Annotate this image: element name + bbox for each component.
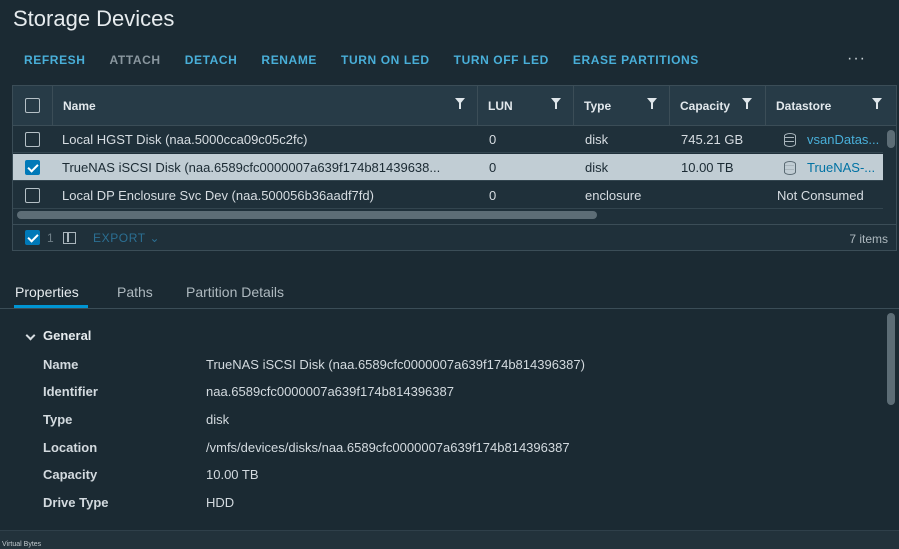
cell-capacity — [681, 182, 761, 209]
cell-type: enclosure — [585, 188, 642, 203]
filter-icon[interactable] — [455, 98, 465, 109]
datastore-icon — [784, 161, 796, 175]
row-checkbox[interactable] — [25, 132, 40, 147]
property-value: 10.00 TB — [206, 467, 259, 482]
cell-datastore: Not Consumed — [777, 188, 864, 203]
active-tab-indicator — [14, 305, 88, 308]
filter-icon[interactable] — [647, 98, 657, 109]
datastore-link[interactable]: vsanDatas... — [807, 126, 883, 153]
cell-lun: 0 — [489, 132, 497, 147]
property-label: Location — [43, 440, 98, 455]
turn-on-led-button[interactable]: TURN ON LED — [329, 53, 442, 67]
column-header-name[interactable]: Name — [52, 86, 477, 126]
cell-type: disk — [585, 160, 609, 175]
property-label: Type — [43, 412, 73, 427]
export-button[interactable]: EXPORT ⌄ — [93, 231, 160, 245]
cell-lun: 0 — [489, 188, 497, 203]
property-label: Identifier — [43, 384, 98, 399]
property-value: TrueNAS iSCSI Disk (naa.6589cfc0000007a6… — [206, 357, 585, 372]
row-checkbox[interactable] — [25, 160, 40, 175]
properties-panel: General Name TrueNAS iSCSI Disk (naa.658… — [0, 310, 899, 520]
property-label: Name — [43, 357, 79, 372]
property-value: HDD — [206, 495, 235, 510]
section-title-general[interactable]: General — [43, 328, 91, 343]
table-row[interactable]: TrueNAS iSCSI Disk (naa.6589cfc0000007a6… — [13, 154, 883, 181]
chevron-down-icon[interactable] — [25, 330, 36, 341]
column-header-lun[interactable]: LUN — [477, 86, 573, 126]
detail-tabs: Properties Paths Partition Details — [0, 278, 899, 309]
grid-header: Name LUN Type Capacity Datastore — [13, 86, 896, 126]
status-bar: Virtual Bytes — [0, 530, 899, 549]
tab-partition-details[interactable]: Partition Details — [186, 284, 284, 300]
datastore-icon — [784, 133, 796, 147]
rename-button[interactable]: RENAME — [249, 53, 329, 67]
property-value: naa.6589cfc0000007a639f174b814396387 — [206, 384, 454, 399]
row-checkbox[interactable] — [25, 188, 40, 203]
horizontal-scrollbar[interactable] — [17, 211, 597, 219]
property-label: Capacity — [43, 467, 98, 482]
table-row[interactable]: Local HGST Disk (naa.5000cca09c05c2fc) 0… — [13, 126, 883, 153]
detach-button[interactable]: DETACH — [173, 53, 250, 67]
attach-button[interactable]: ATTACH — [98, 53, 173, 67]
properties-scrollbar[interactable] — [887, 313, 895, 405]
filter-icon[interactable] — [742, 98, 752, 109]
property-value: /vmfs/devices/disks/naa.6589cfc0000007a6… — [206, 440, 570, 455]
toolbar: REFRESH ATTACH DETACH RENAME TURN ON LED… — [12, 53, 711, 67]
column-header-capacity[interactable]: Capacity — [669, 86, 765, 126]
column-header-datastore[interactable]: Datastore — [765, 86, 883, 126]
chevron-down-icon: ⌄ — [149, 231, 161, 245]
cell-name: TrueNAS iSCSI Disk (naa.6589cfc0000007a6… — [62, 160, 441, 175]
status-text: Virtual Bytes — [2, 541, 42, 548]
vertical-scrollbar[interactable] — [887, 130, 895, 148]
cell-capacity: 10.00 TB — [681, 160, 734, 175]
cell-capacity: 745.21 GB — [681, 132, 744, 147]
turn-off-led-button[interactable]: TURN OFF LED — [442, 53, 561, 67]
property-value: disk — [206, 412, 230, 427]
filter-icon[interactable] — [872, 98, 882, 109]
cell-lun: 0 — [489, 160, 497, 175]
storage-devices-grid: Name LUN Type Capacity Datastore Local H… — [12, 85, 897, 251]
table-row[interactable]: Local DP Enclosure Svc Dev (naa.500056b3… — [13, 182, 883, 209]
selected-count: 1 — [47, 231, 54, 245]
page-title: Storage Devices — [13, 6, 175, 31]
more-actions-icon[interactable]: ··· — [847, 50, 866, 68]
selection-checkbox[interactable] — [25, 230, 40, 245]
erase-partitions-button[interactable]: ERASE PARTITIONS — [561, 53, 711, 67]
property-label: Drive Type — [43, 495, 109, 510]
filter-icon[interactable] — [551, 98, 561, 109]
grid-footer: 1 EXPORT ⌄ 7 items — [13, 224, 896, 250]
cell-name: Local HGST Disk (naa.5000cca09c05c2fc) — [62, 132, 308, 147]
tab-paths[interactable]: Paths — [117, 284, 153, 300]
cell-type: disk — [585, 132, 609, 147]
datastore-link[interactable]: TrueNAS-... — [807, 154, 883, 181]
cell-name: Local DP Enclosure Svc Dev (naa.500056b3… — [62, 188, 374, 203]
select-all-checkbox[interactable] — [25, 98, 40, 113]
item-count: 7 items — [849, 232, 888, 246]
tab-properties[interactable]: Properties — [15, 284, 79, 300]
column-toggle-icon[interactable] — [63, 232, 76, 244]
refresh-button[interactable]: REFRESH — [12, 53, 98, 67]
column-header-type[interactable]: Type — [573, 86, 669, 126]
